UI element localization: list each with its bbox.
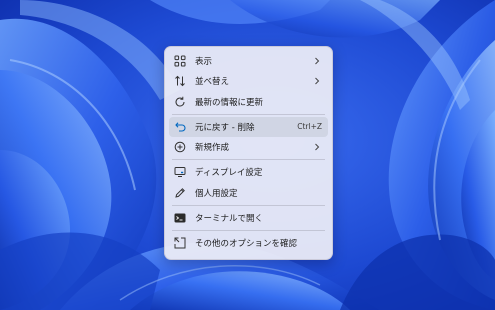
menu-item-show-more-options[interactable]: その他のオプションを確認 (169, 233, 328, 253)
sort-icon (173, 74, 187, 88)
menu-item-label: 新規作成 (195, 143, 230, 153)
menu-item-label: 最新の情報に更新 (195, 97, 264, 108)
menu-item-refresh[interactable]: 最新の情報に更新 (169, 92, 328, 112)
refresh-icon (173, 95, 187, 109)
chevron-right-icon (312, 77, 322, 85)
menu-item-label: 表示 (195, 56, 213, 67)
menu-item-sort[interactable]: 並べ替え (169, 71, 328, 91)
chevron-right-icon (312, 143, 322, 151)
menu-item-label: ターミナルで開く (195, 213, 264, 224)
menu-separator (172, 229, 325, 231)
menu-item-undo-delete[interactable]: 元に戻す - 削除 Ctrl+Z (169, 116, 328, 137)
keyboard-shortcut: Ctrl+Z (297, 122, 322, 131)
menu-item-personalize[interactable]: 個人用設定 (169, 183, 328, 203)
chevron-right-icon (312, 57, 322, 65)
menu-separator (172, 113, 325, 115)
menu-separator (172, 159, 325, 160)
menu-item-open-terminal[interactable]: ターミナルで開く (169, 208, 328, 228)
more-options-icon (173, 236, 187, 250)
menu-item-label: 並べ替え (195, 77, 230, 87)
menu-item-label: その他のオプションを確認 (195, 238, 298, 249)
menu-item-new[interactable]: 新規作成 (169, 137, 328, 157)
menu-item-label: ディスプレイ設定 (195, 168, 263, 178)
menu-item-view[interactable]: 表示 (169, 51, 328, 71)
display-settings-icon (173, 165, 187, 179)
menu-item-label: 個人用設定 (195, 188, 238, 199)
menu-separator (172, 204, 325, 206)
menu-item-display-settings[interactable]: ディスプレイ設定 (169, 162, 328, 182)
desktop-context-menu: 表示 並べ替え 最新の情報に更新 元に戻す - 削除 Ctrl+Z 新規作成 デ… (164, 46, 333, 260)
terminal-icon (173, 211, 187, 225)
undo-icon (173, 120, 187, 134)
menu-item-label: 元に戻す - 削除 (195, 122, 255, 133)
view-grid-icon (173, 54, 187, 68)
add-circle-icon (173, 140, 187, 154)
personalize-pen-icon (173, 186, 187, 200)
desktop[interactable]: 表示 並べ替え 最新の情報に更新 元に戻す - 削除 Ctrl+Z 新規作成 デ… (0, 0, 495, 310)
